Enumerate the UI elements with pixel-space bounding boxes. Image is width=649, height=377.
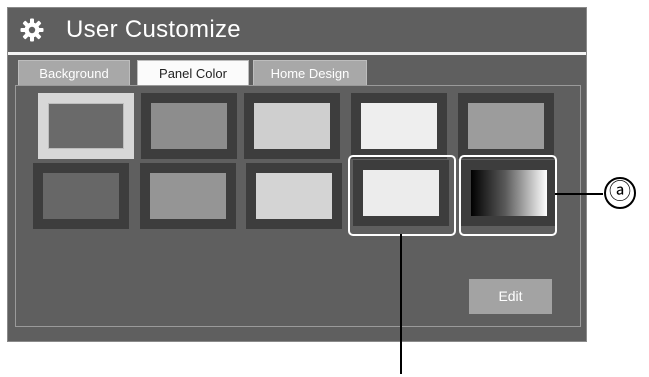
swatch-fill	[468, 103, 544, 149]
tab-panel-color[interactable]: Panel Color	[137, 60, 249, 86]
highlight-box	[348, 155, 456, 236]
swatch-fill	[150, 173, 226, 219]
color-swatch[interactable]	[140, 163, 236, 229]
swatch-fill	[361, 103, 437, 149]
page-title: User Customize	[66, 16, 241, 43]
swatch-fill	[48, 103, 124, 149]
callout-leader-line	[555, 193, 603, 195]
color-swatch[interactable]	[141, 93, 237, 159]
user-customize-screen: User Customize Background Panel Color Ho…	[7, 7, 587, 342]
color-swatch[interactable]	[33, 163, 129, 229]
color-swatch[interactable]	[246, 163, 342, 229]
callout-leader-line	[400, 234, 402, 374]
callout-label: ⓐ	[604, 177, 636, 209]
color-swatch[interactable]	[244, 93, 340, 159]
tab-home-design[interactable]: Home Design	[253, 60, 367, 86]
highlight-box	[459, 155, 557, 236]
swatch-fill	[256, 173, 332, 219]
tab-background[interactable]: Background	[18, 60, 130, 86]
edit-button[interactable]: Edit	[469, 279, 552, 314]
header-bar: User Customize	[8, 8, 586, 51]
color-swatch[interactable]	[458, 93, 554, 159]
color-swatch[interactable]	[38, 93, 134, 159]
swatch-fill	[151, 103, 227, 149]
swatch-fill	[254, 103, 330, 149]
swatch-fill	[43, 173, 119, 219]
color-swatch[interactable]	[351, 93, 447, 159]
title-divider	[8, 52, 586, 55]
gear-icon	[20, 18, 44, 42]
